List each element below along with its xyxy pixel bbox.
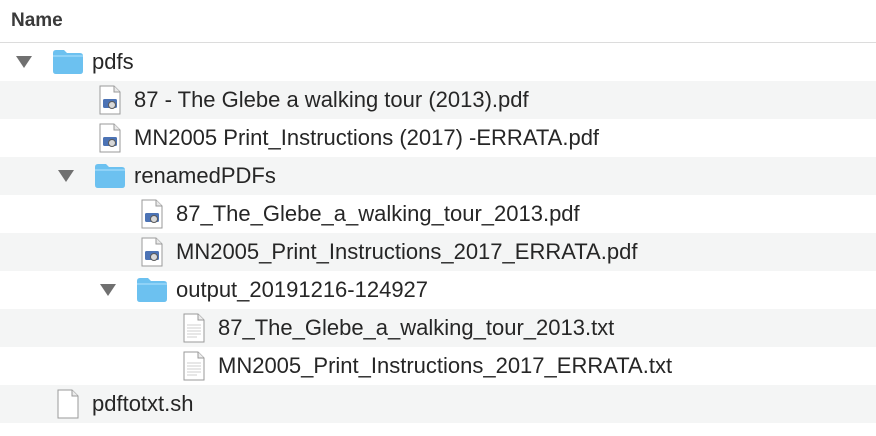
name-column-label: Name (11, 10, 63, 31)
list-item-output-folder[interactable]: output_20191216-124927 (0, 271, 876, 309)
list-item-pdf-file[interactable]: MN2005 Print_Instructions (2017) -ERRATA… (0, 119, 876, 157)
disclosure-triangle-down-icon[interactable] (12, 43, 36, 81)
file-name: renamedPDFs (134, 163, 276, 188)
file-list: pdfs 87 - The Glebe a walking tour (2013… (0, 43, 876, 423)
text-file-icon (182, 351, 206, 381)
file-name: pdftotxt.sh (92, 391, 194, 416)
pdf-file-icon (98, 123, 122, 153)
column-header[interactable]: Name (0, 0, 876, 43)
file-name: MN2005_Print_Instructions_2017_ERRATA.tx… (218, 353, 673, 378)
list-item-pdfs[interactable]: pdfs (0, 43, 876, 81)
file-name: MN2005_Print_Instructions_2017_ERRATA.pd… (176, 239, 638, 264)
file-name: MN2005 Print_Instructions (2017) -ERRATA… (134, 125, 600, 150)
file-name: pdfs (92, 49, 134, 74)
list-item-script-file[interactable]: pdftotxt.sh (0, 385, 876, 423)
list-item-txt-file[interactable]: 87_The_Glebe_a_walking_tour_2013.txt (0, 309, 876, 347)
disclosure-triangle-down-icon[interactable] (96, 271, 120, 309)
text-file-icon (182, 313, 206, 343)
document-icon (56, 389, 80, 419)
list-item-pdf-file[interactable]: 87_The_Glebe_a_walking_tour_2013.pdf (0, 195, 876, 233)
list-item-renamedpdfs[interactable]: renamedPDFs (0, 157, 876, 195)
file-name: 87_The_Glebe_a_walking_tour_2013.txt (218, 315, 615, 340)
file-name: output_20191216-124927 (176, 277, 429, 302)
pdf-file-icon (140, 237, 164, 267)
file-name: 87_The_Glebe_a_walking_tour_2013.pdf (176, 201, 580, 226)
folder-icon (136, 275, 168, 303)
list-item-txt-file[interactable]: MN2005_Print_Instructions_2017_ERRATA.tx… (0, 347, 876, 385)
pdf-file-icon (140, 199, 164, 229)
pdf-file-icon (98, 85, 122, 115)
disclosure-triangle-down-icon[interactable] (54, 157, 78, 195)
list-item-pdf-file[interactable]: MN2005_Print_Instructions_2017_ERRATA.pd… (0, 233, 876, 271)
folder-icon (52, 47, 84, 75)
folder-icon (94, 161, 126, 189)
file-name: 87 - The Glebe a walking tour (2013).pdf (134, 87, 529, 112)
list-item-pdf-file[interactable]: 87 - The Glebe a walking tour (2013).pdf (0, 81, 876, 119)
